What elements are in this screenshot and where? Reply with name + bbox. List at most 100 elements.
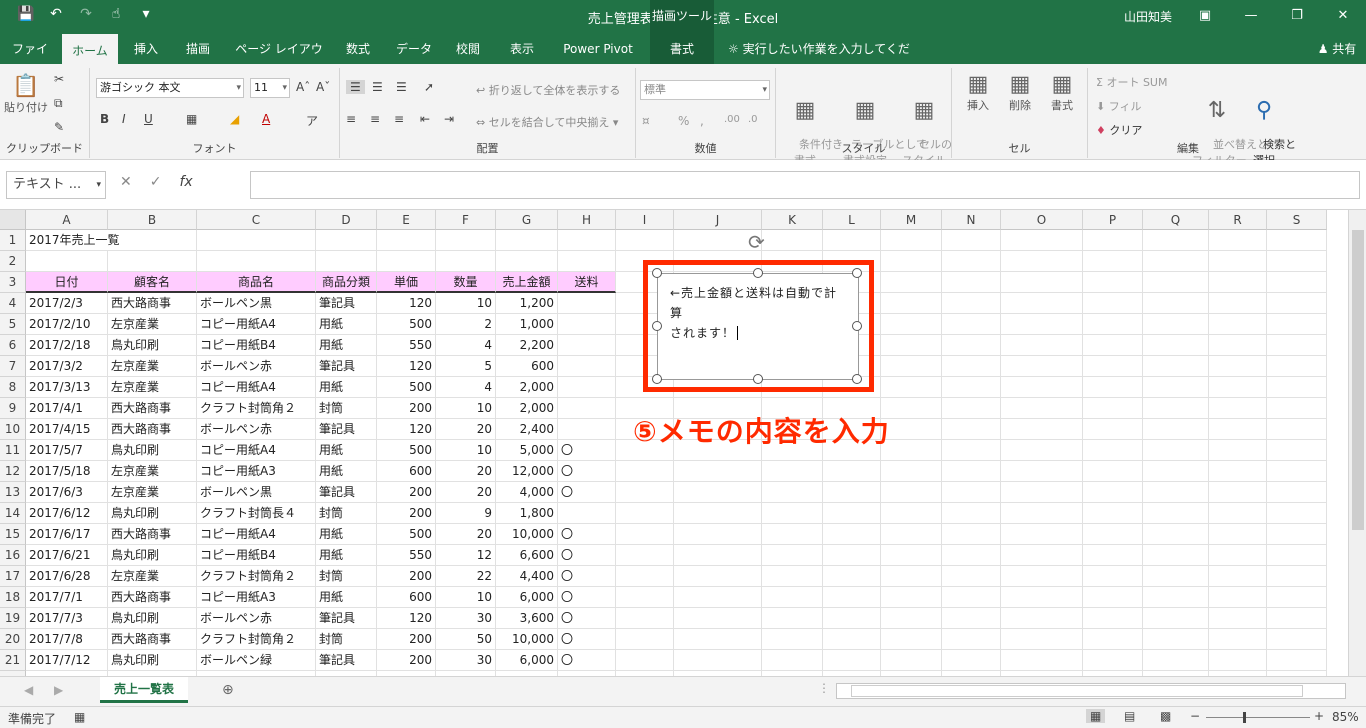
cell[interactable] [1083,356,1143,377]
cell[interactable] [1083,524,1143,545]
rotate-handle-icon[interactable]: ⟳ [748,230,765,254]
cell[interactable] [1209,314,1267,335]
cell[interactable] [881,293,942,314]
decrease-indent-icon[interactable]: ⇤ [420,112,430,126]
comma-icon[interactable]: , [700,114,704,128]
cell[interactable] [197,230,316,251]
cell[interactable] [1267,503,1327,524]
cell[interactable] [1083,629,1143,650]
cell[interactable] [674,629,762,650]
cell[interactable]: ボールペン赤 [197,356,316,377]
cell[interactable] [942,566,1001,587]
copy-icon[interactable]: ⧉ [54,96,63,111]
cell[interactable] [616,545,674,566]
cell[interactable]: 筆記具 [316,608,377,629]
cell[interactable] [1143,440,1209,461]
column-header-f[interactable]: F [436,210,496,230]
cell[interactable] [942,230,1001,251]
cell[interactable] [881,482,942,503]
cell[interactable]: 3,600 [496,608,558,629]
cell[interactable] [1267,230,1327,251]
cell[interactable] [823,650,881,671]
increase-decimal-icon[interactable]: .00 [724,114,740,125]
cell[interactable] [942,587,1001,608]
cell[interactable] [942,251,1001,272]
resize-handle[interactable] [753,374,763,384]
cell[interactable] [762,461,823,482]
cell[interactable]: 12 [436,545,496,566]
cell[interactable] [1001,629,1083,650]
cell[interactable] [1143,419,1209,440]
tab-page-layout[interactable]: ページ レイアウト [232,34,326,86]
cell[interactable] [26,251,108,272]
column-header-c[interactable]: C [197,210,316,230]
cell[interactable] [823,566,881,587]
cell[interactable] [1083,503,1143,524]
cell[interactable] [1001,314,1083,335]
paste-button[interactable]: 📋 貼り付け [4,74,48,115]
align-bottom-icon[interactable]: ☰ [396,80,407,94]
cell[interactable] [1083,293,1143,314]
sheet-title-cell[interactable]: 2017年売上一覧 [26,230,120,251]
cell[interactable]: クラフト封筒角２ [197,566,316,587]
cell[interactable]: 2,400 [496,419,558,440]
cell[interactable]: 4 [436,335,496,356]
cell[interactable] [762,230,823,251]
cell[interactable]: 2017/2/3 [26,293,108,314]
cell[interactable] [558,419,616,440]
cell[interactable]: 2017/7/1 [26,587,108,608]
row-header[interactable]: 13 [0,482,26,503]
cell[interactable]: 10,000 [496,629,558,650]
cell[interactable] [1143,587,1209,608]
cell[interactable]: 20 [436,482,496,503]
cell[interactable] [942,314,1001,335]
zoom-slider[interactable] [1206,717,1310,718]
cell[interactable] [1083,608,1143,629]
cell[interactable] [1083,398,1143,419]
cell[interactable] [1083,335,1143,356]
cell[interactable] [762,650,823,671]
cell[interactable] [674,482,762,503]
cell[interactable] [616,524,674,545]
cell[interactable] [1267,482,1327,503]
cell[interactable] [108,251,197,272]
cell[interactable] [616,587,674,608]
horizontal-scrollbar[interactable] [836,683,1346,699]
font-size-select[interactable]: 11 ▾ [250,78,290,98]
cell[interactable] [823,230,881,251]
cell[interactable] [1267,419,1327,440]
cell[interactable] [1143,356,1209,377]
row-header[interactable]: 17 [0,566,26,587]
cell[interactable] [1267,251,1327,272]
select-all-button[interactable] [0,210,26,230]
cell[interactable]: 2017/2/18 [26,335,108,356]
cell[interactable] [1143,251,1209,272]
align-left-icon[interactable]: ≡ [346,112,356,126]
cell[interactable]: 200 [377,503,436,524]
cell[interactable]: 左京産業 [108,377,197,398]
cell[interactable] [942,398,1001,419]
cell[interactable] [558,356,616,377]
cell[interactable] [1209,545,1267,566]
cell[interactable] [616,629,674,650]
cell[interactable] [1209,251,1267,272]
cell[interactable] [1267,398,1327,419]
cell[interactable] [1267,566,1327,587]
cell[interactable] [881,608,942,629]
cell[interactable] [436,251,496,272]
row-header[interactable]: 21 [0,650,26,671]
cell[interactable]: 筆記具 [316,356,377,377]
cell[interactable] [1143,545,1209,566]
cell[interactable]: 120 [377,356,436,377]
cell[interactable]: ボールペン黒 [197,293,316,314]
resize-handle[interactable] [852,374,862,384]
cell[interactable] [1083,440,1143,461]
cell[interactable]: 鳥丸印刷 [108,503,197,524]
cell[interactable] [1083,251,1143,272]
tab-home[interactable]: ホーム [62,34,118,64]
cell[interactable]: 封筒 [316,629,377,650]
cell[interactable]: 左京産業 [108,356,197,377]
column-header-i[interactable]: I [616,210,674,230]
cell[interactable]: 550 [377,335,436,356]
cell[interactable]: 〇 [558,545,616,566]
